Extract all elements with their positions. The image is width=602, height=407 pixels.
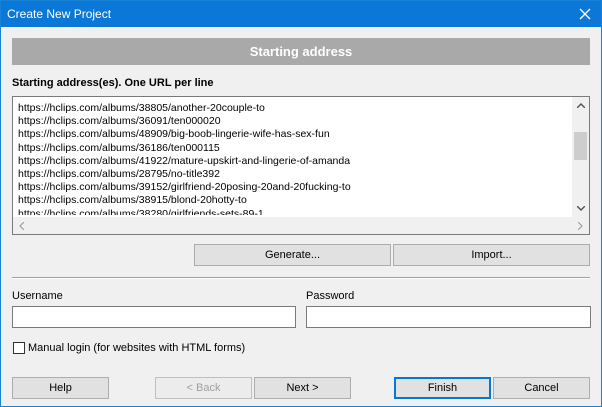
horizontal-scrollbar[interactable] <box>13 217 589 234</box>
separator <box>12 277 590 279</box>
url-list: https://hclips.com/albums/38805/another-… <box>18 102 573 215</box>
generate-button[interactable]: Generate... <box>194 244 391 266</box>
username-input[interactable] <box>12 306 296 328</box>
import-button[interactable]: Import... <box>393 244 590 266</box>
url-line: https://hclips.com/albums/38280/girlfrie… <box>18 207 264 215</box>
url-line: https://hclips.com/albums/28795/no-title… <box>18 168 220 181</box>
back-button[interactable]: < Back <box>155 377 252 399</box>
url-line: https://hclips.com/albums/38805/another-… <box>18 102 265 114</box>
url-line: https://hclips.com/albums/36091/ten00002… <box>18 115 221 128</box>
chevron-right-icon[interactable] <box>572 217 589 234</box>
title-bar[interactable]: Create New Project <box>1 1 601 27</box>
next-button[interactable]: Next > <box>254 377 351 399</box>
url-textarea[interactable]: https://hclips.com/albums/38805/another-… <box>12 96 590 235</box>
url-line: https://hclips.com/albums/38915/blond-20… <box>18 194 247 207</box>
addresses-label: Starting address(es). One URL per line <box>12 77 214 89</box>
url-line: https://hclips.com/albums/48909/big-boob… <box>18 128 330 141</box>
finish-button[interactable]: Finish <box>394 377 491 399</box>
chevron-up-icon[interactable] <box>572 97 589 114</box>
scroll-thumb[interactable] <box>574 132 587 160</box>
url-line: https://hclips.com/albums/39152/girlfrie… <box>18 181 351 194</box>
step-banner: Starting address <box>12 38 590 65</box>
chevron-down-icon[interactable] <box>572 200 589 217</box>
window-title: Create New Project <box>7 7 112 21</box>
url-line: https://hclips.com/albums/41922/mature-u… <box>18 154 351 167</box>
manual-login-label[interactable]: Manual login (for websites with HTML for… <box>28 342 245 354</box>
manual-login-checkbox[interactable] <box>13 342 25 354</box>
url-line: https://hclips.com/albums/36186/ten00011… <box>18 141 220 154</box>
username-label: Username <box>12 290 63 302</box>
cancel-button[interactable]: Cancel <box>493 377 590 399</box>
help-button[interactable]: Help <box>12 377 109 399</box>
password-input[interactable] <box>306 306 591 328</box>
close-icon[interactable] <box>569 1 601 27</box>
chevron-left-icon[interactable] <box>13 217 30 234</box>
create-project-dialog: Create New Project Starting address Star… <box>0 0 602 407</box>
password-label: Password <box>306 290 355 302</box>
vertical-scrollbar[interactable] <box>572 97 589 217</box>
